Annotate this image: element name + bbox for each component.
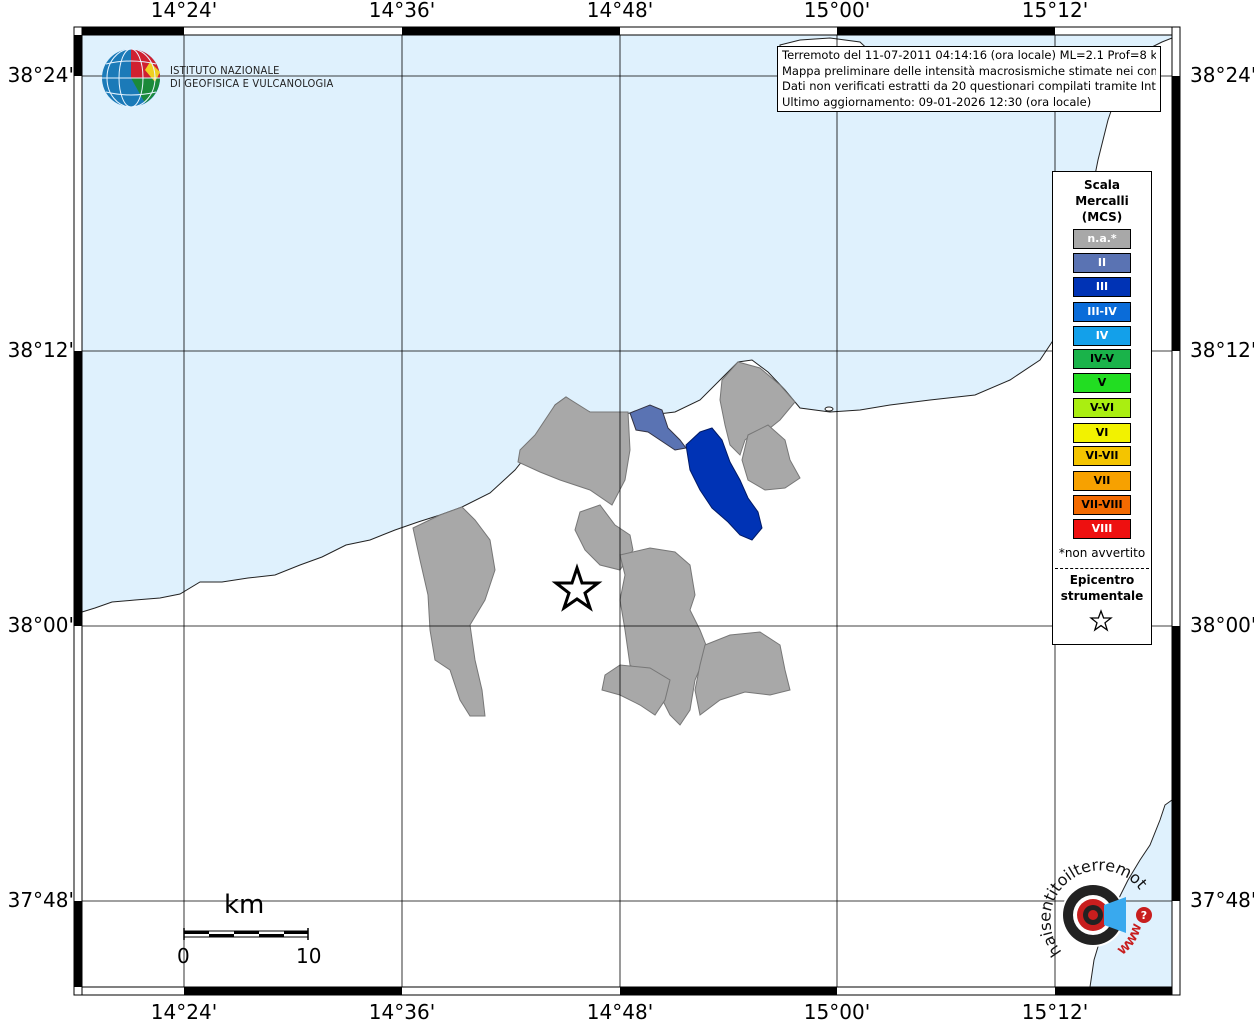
event-info-line: Terremoto del 11-07-2011 04:14:16 (ora l… — [782, 48, 1156, 62]
event-info-line: Ultimo aggiornamento: 09-01-2026 12:30 (… — [782, 94, 1092, 109]
lon-label-bottom: 15°00' — [803, 1000, 871, 1024]
lon-label-bottom: 15°12' — [1021, 1000, 1089, 1024]
ingv-line2: DI GEOFISICA E VULCANOLOGIA — [170, 77, 334, 90]
legend-title-line: Mercalli — [1075, 194, 1129, 208]
lat-label-left: 38°12' — [7, 338, 74, 362]
legend-swatch-vii-viii: VII-VIII — [1073, 495, 1131, 515]
ingv-globe-icon — [102, 48, 160, 108]
lon-label-bottom: 14°24' — [150, 1000, 218, 1024]
lon-label-top: 14°24' — [150, 0, 218, 22]
legend-swatch-viii: VIII — [1073, 519, 1131, 539]
legend-swatch-iii: III — [1073, 277, 1131, 297]
intensity-legend: Scala Mercalli (MCS) n.a.* II III III-IV… — [1052, 171, 1152, 645]
event-info-line: Dati non verificati estratti da 20 quest… — [782, 79, 1156, 93]
lon-label-top: 15°12' — [1021, 0, 1089, 22]
legend-swatch-iv-v: IV-V — [1073, 349, 1131, 369]
legend-swatch-na: n.a.* — [1073, 229, 1131, 249]
legend-swatch-ii: II — [1073, 253, 1131, 273]
legend-divider — [1055, 568, 1149, 569]
lon-label-bottom: 14°36' — [368, 1000, 436, 1024]
legend-swatch-iii-iv: III-IV — [1073, 302, 1131, 322]
scalebar-max: 10 — [296, 944, 322, 968]
legend-note: *non avvertito — [1058, 546, 1146, 560]
ingv-logo-text: ISTITUTO NAZIONALE DI GEOFISICA E VULCAN… — [170, 64, 333, 90]
scalebar-unit: km — [224, 890, 265, 920]
haisentito-text: haisentitoilterremoto.it WWW. — [1030, 850, 1151, 961]
legend-swatch-iv: IV — [1073, 326, 1131, 346]
lat-label-left: 38°00' — [7, 613, 74, 637]
legend-title-line: (MCS) — [1081, 210, 1123, 224]
legend-swatch-v-vi: V-VI — [1073, 398, 1131, 418]
lon-label-top: 14°36' — [368, 0, 436, 22]
lat-label-left: 38°24' — [7, 63, 74, 87]
lon-label-bottom: 14°48' — [586, 1000, 654, 1024]
lon-label-top: 14°48' — [586, 0, 654, 22]
lat-label-left: 37°48' — [7, 888, 74, 912]
legend-title: Scala Mercalli (MCS) — [1053, 177, 1151, 225]
lat-label-right: 37°48' — [1190, 888, 1254, 912]
lon-label-top: 15°00' — [803, 0, 871, 22]
islet — [824, 406, 834, 412]
legend-swatch-vi: VI — [1073, 423, 1131, 443]
legend-epicenter-line: Epicentro — [1069, 573, 1135, 587]
legend-swatch-v: V — [1073, 373, 1131, 393]
legend-epicenter-label: Epicentro strumentale — [1053, 572, 1151, 604]
scalebar-min: 0 — [177, 944, 190, 968]
star-icon — [1089, 609, 1113, 632]
lat-label-right: 38°00' — [1190, 613, 1254, 637]
event-info-line: Mappa preliminare delle intensità macros… — [782, 63, 1156, 78]
legend-title-line: Scala — [1083, 178, 1121, 192]
lat-label-right: 38°24' — [1190, 63, 1254, 87]
event-info-box: Terremoto del 11-07-2011 04:14:16 (ora l… — [777, 46, 1161, 112]
legend-swatch-vii: VII — [1073, 471, 1131, 491]
ingv-line1: ISTITUTO NAZIONALE — [170, 64, 280, 77]
lat-label-right: 38°12' — [1190, 338, 1254, 362]
legend-epicenter-line: strumentale — [1060, 589, 1144, 603]
legend-swatch-vi-vii: VI-VII — [1073, 446, 1131, 466]
